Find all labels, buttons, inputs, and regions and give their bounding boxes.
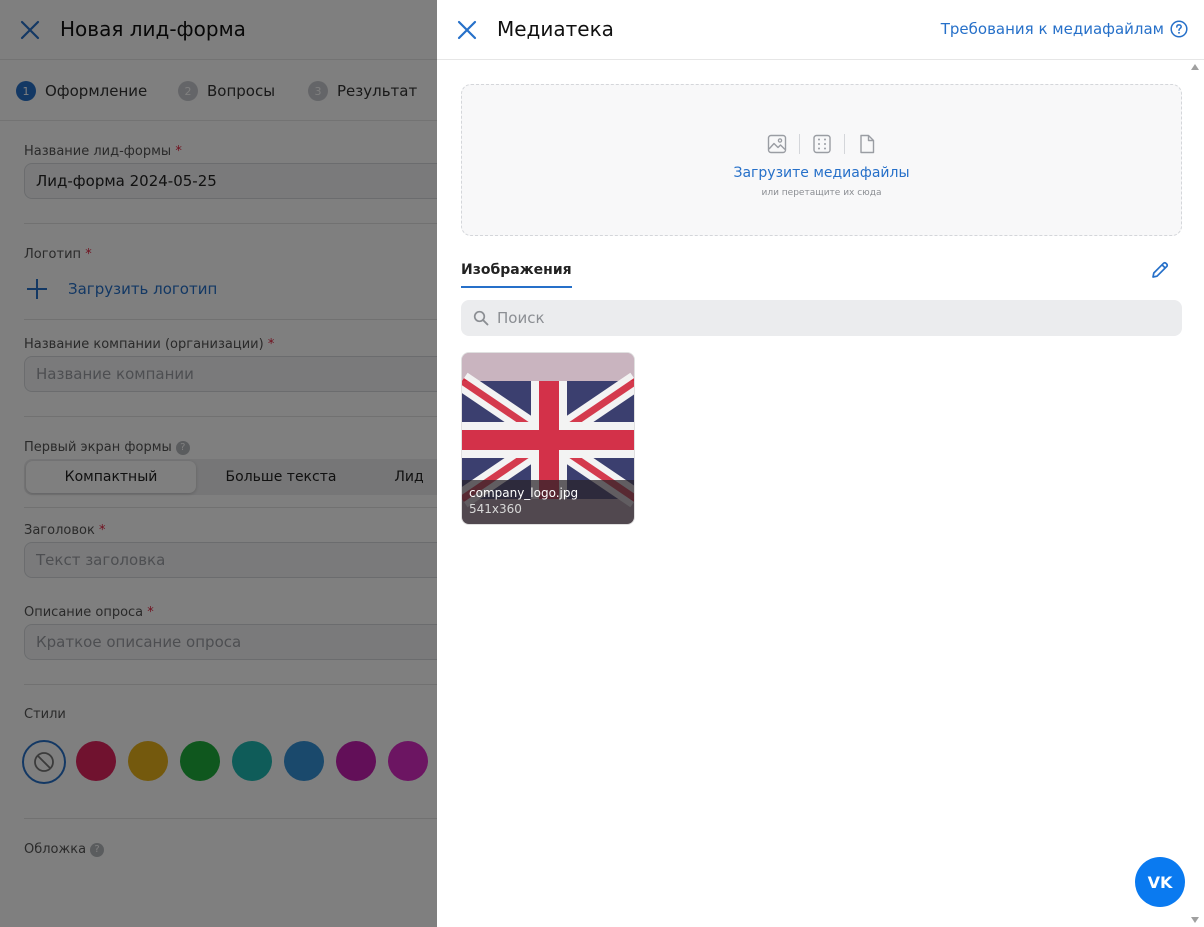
- search-icon: [473, 310, 489, 326]
- search-input[interactable]: [497, 309, 1147, 327]
- close-icon[interactable]: [455, 18, 479, 42]
- video-icon: [812, 134, 831, 154]
- scroll-up-arrow[interactable]: [1191, 64, 1199, 70]
- document-icon: [859, 134, 874, 154]
- panel-title: Медиатека: [497, 17, 614, 41]
- separator: [843, 134, 845, 154]
- question-circle-icon: [1170, 20, 1188, 38]
- media-filename: company_logo.jpg: [469, 486, 579, 500]
- image-icon: [767, 134, 786, 154]
- tab-images[interactable]: Изображения: [461, 262, 572, 288]
- scroll-down-arrow[interactable]: [1191, 917, 1199, 923]
- panel-header: Медиатека Требования к медиафайлам: [437, 0, 1204, 60]
- media-search: [461, 300, 1182, 336]
- pencil-icon[interactable]: [1149, 259, 1171, 281]
- media-dropzone[interactable]: Загрузите медиафайлы или перетащите их с…: [461, 84, 1182, 236]
- dropzone-hint: или перетащите их сюда: [761, 188, 882, 198]
- media-caption: company_logo.jpg 541x360: [462, 480, 634, 524]
- vk-chat-button[interactable]: VK: [1135, 857, 1185, 907]
- media-item[interactable]: company_logo.jpg 541x360: [461, 352, 635, 525]
- requirements-label: Требования к медиафайлам: [940, 20, 1164, 38]
- media-requirements-link[interactable]: Требования к медиафайлам: [941, 20, 1188, 38]
- dropzone-icons: [462, 133, 1181, 155]
- upload-media-link[interactable]: Загрузите медиафайлы: [462, 165, 1181, 181]
- separator: [798, 134, 800, 154]
- media-dimensions: 541x360: [469, 502, 522, 516]
- media-library-panel: Медиатека Требования к медиафайлам Загру…: [437, 0, 1204, 927]
